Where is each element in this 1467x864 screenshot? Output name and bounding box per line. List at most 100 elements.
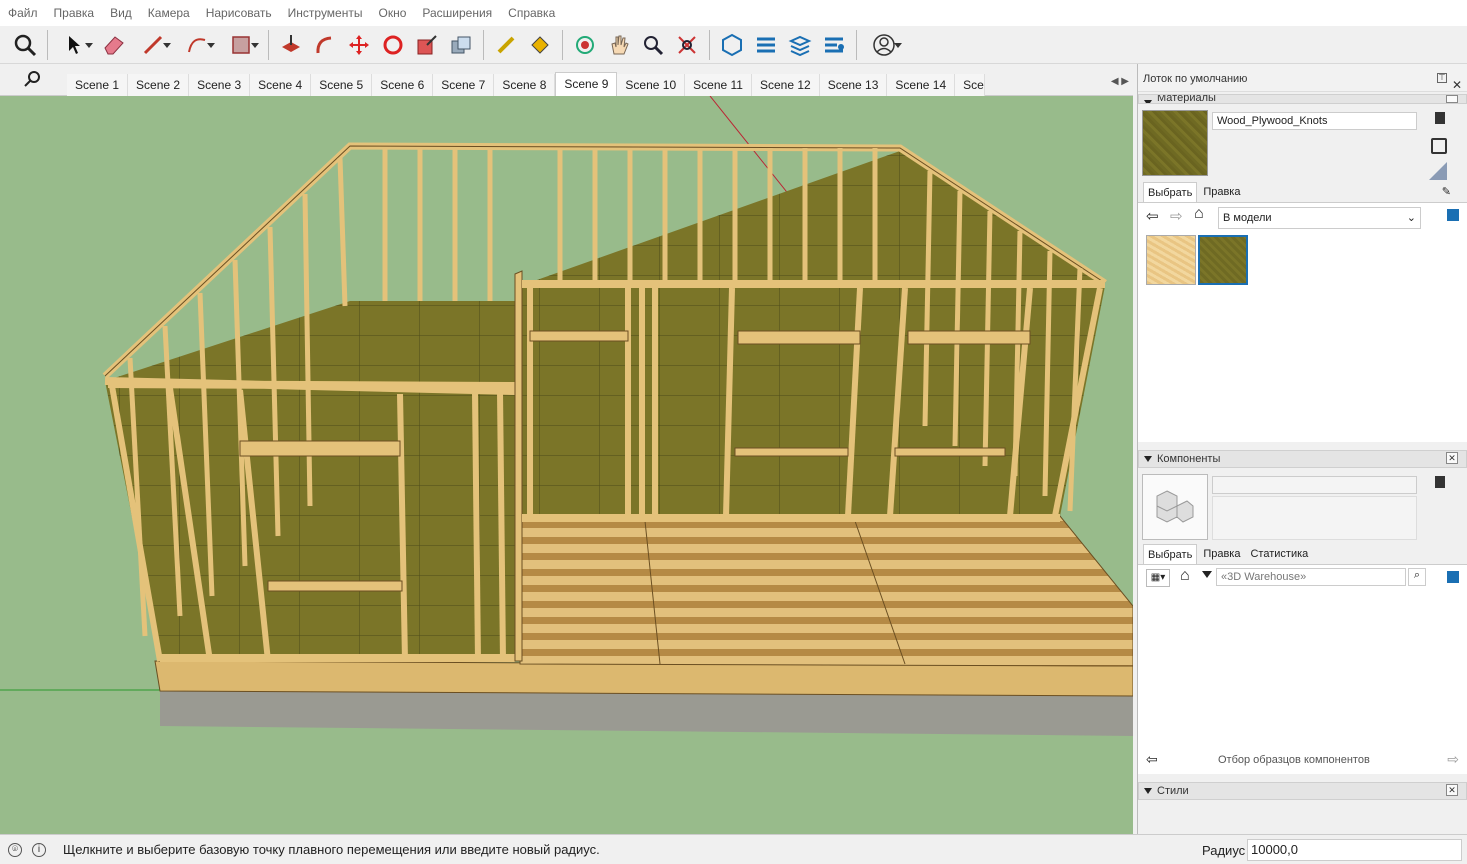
current-material-swatch[interactable] [1142,110,1208,176]
component-preview-area [1138,468,1467,544]
partition-post [514,270,523,662]
scale-icon[interactable] [412,30,442,60]
forward-arrow-icon[interactable]: ⇨ [1447,751,1459,768]
scene-tab[interactable]: Scene 13 [819,74,888,96]
menu-view[interactable]: Вид [102,0,140,26]
components-footer-text: Отбор образцов компонентов [1218,754,1370,766]
window-sill-right [894,447,1006,457]
menu-camera[interactable]: Камера [140,0,198,26]
material-name-field[interactable]: Wood_Plywood_Knots [1212,112,1417,130]
tab-select-components[interactable]: Выбрать [1143,544,1198,564]
pin-icon[interactable]: ⊤ [1437,73,1447,83]
scene-tab[interactable]: Scene 11 [685,74,752,96]
scene-tab[interactable]: Scene 5 [311,74,373,96]
scene-tab[interactable]: Scen [955,74,986,96]
scene-tab[interactable]: Scene 8 [494,74,556,96]
info-icon[interactable]: i [32,843,46,857]
3d-viewport[interactable] [0,96,1133,834]
orbit-icon[interactable] [570,30,600,60]
arc-icon[interactable] [177,30,217,60]
menu-window[interactable]: Окно [370,0,414,26]
collection-select[interactable]: В модели ⌄ [1218,207,1421,229]
details-arrow-icon[interactable] [1447,571,1459,583]
toolbar-separator [47,29,48,60]
tab-edit-components[interactable]: Правка [1199,544,1244,564]
styles-close-icon[interactable]: ✕ [1446,784,1458,796]
radius-value-field[interactable]: 10000,0 [1247,839,1462,861]
scene-tab[interactable]: Scene 1 [67,74,129,96]
extension-manager-icon[interactable] [819,30,849,60]
scene-search-icon[interactable] [24,70,42,93]
warehouse-search-input[interactable]: «3D Warehouse» [1216,568,1406,586]
tab-edit-materials[interactable]: Правка [1199,182,1244,202]
menu-file[interactable]: Файл [0,0,46,26]
components-close-icon[interactable]: ✕ [1446,452,1458,464]
follow-me-icon[interactable] [310,30,340,60]
details-arrow-icon[interactable] [1447,209,1459,221]
search-icon[interactable]: ⌕ [1408,568,1426,586]
paint-bucket-icon[interactable] [525,30,555,60]
home-icon[interactable]: ⌂ [1194,205,1204,223]
scene-tab[interactable]: Scene 10 [617,74,686,96]
offset-icon[interactable] [446,30,476,60]
account-icon[interactable] [864,30,904,60]
sill-beam [154,660,1133,697]
styles-header[interactable]: Стили ✕ [1138,782,1467,800]
materials-header[interactable]: Материалы [1138,94,1467,104]
pan-hand-icon[interactable] [604,30,634,60]
scene-tab[interactable]: Scene 4 [250,74,312,96]
back-arrow-icon[interactable]: ⇦ [1146,207,1159,225]
home-icon[interactable]: ⌂ [1180,567,1190,585]
geo-location-icon[interactable]: ⌾ [8,843,22,857]
scene-tab[interactable]: Scene 2 [128,74,190,96]
extension-warehouse-icon[interactable] [751,30,781,60]
eraser-icon[interactable] [99,30,129,60]
tray-title-bar: Лоток по умолчанию ⊤ ✕ [1138,64,1467,92]
menu-tools[interactable]: Инструменты [280,0,371,26]
status-bar: ⌾ i Щелкните и выберите базовую точку пл… [0,834,1467,864]
scene-tab[interactable]: Scene 12 [751,74,820,96]
search-icon[interactable] [10,30,40,60]
display-secondary-icon[interactable] [1435,112,1445,124]
zoom-icon[interactable] [638,30,668,60]
create-material-icon[interactable] [1431,138,1447,154]
zoom-extents-icon[interactable] [672,30,702,60]
component-description [1212,496,1417,540]
view-options-icon[interactable]: ▦▾ [1146,569,1170,587]
select-arrow-icon[interactable] [55,30,95,60]
tape-measure-icon[interactable] [491,30,521,60]
component-name-field[interactable] [1212,476,1417,494]
menu-extensions[interactable]: Расширения [414,0,500,26]
tab-statistics[interactable]: Статистика [1246,544,1312,564]
material-swatch-wood[interactable] [1146,235,1196,285]
menu-draw[interactable]: Нарисовать [198,0,280,26]
back-arrow-icon[interactable]: ⇦ [1146,751,1158,768]
forward-arrow-icon[interactable]: ⇨ [1170,207,1183,225]
scene-tab[interactable]: Scene 7 [433,74,495,96]
scene-tab[interactable]: Scene 9 [555,72,618,96]
push-pull-icon[interactable] [276,30,306,60]
components-secondary-icon[interactable] [1435,476,1445,488]
layers-icon[interactable] [785,30,815,60]
scene-tab[interactable]: Scene 14 [887,74,956,96]
material-swatch-plywood-selected[interactable] [1198,235,1248,285]
nav-dropdown-icon[interactable] [1202,571,1212,583]
pencil-line-icon[interactable] [133,30,173,60]
scene-scroll-arrows[interactable]: ◀ ▶ [1111,76,1129,87]
default-tray: Лоток по умолчанию ⊤ ✕ Материалы Wood_Pl… [1137,64,1467,834]
materials-close-icon[interactable] [1446,95,1458,103]
tab-select-materials[interactable]: Выбрать [1143,182,1198,202]
components-header[interactable]: Компоненты ✕ [1138,450,1467,468]
rotate-icon[interactable] [378,30,408,60]
menu-help[interactable]: Справка [500,0,563,26]
warehouse-icon[interactable] [717,30,747,60]
toolbar-separator [856,29,857,60]
scene-tab[interactable]: Scene 3 [189,74,251,96]
sample-paint-icon[interactable] [1429,162,1447,180]
scene-tab[interactable]: Scene 6 [372,74,434,96]
menu-edit[interactable]: Правка [46,0,103,26]
materials-subtabs: Выбрать Правка ✎ [1138,182,1467,202]
eyedropper-icon[interactable]: ✎ [1438,182,1455,202]
move-icon[interactable] [344,30,374,60]
rectangle-icon[interactable] [221,30,261,60]
